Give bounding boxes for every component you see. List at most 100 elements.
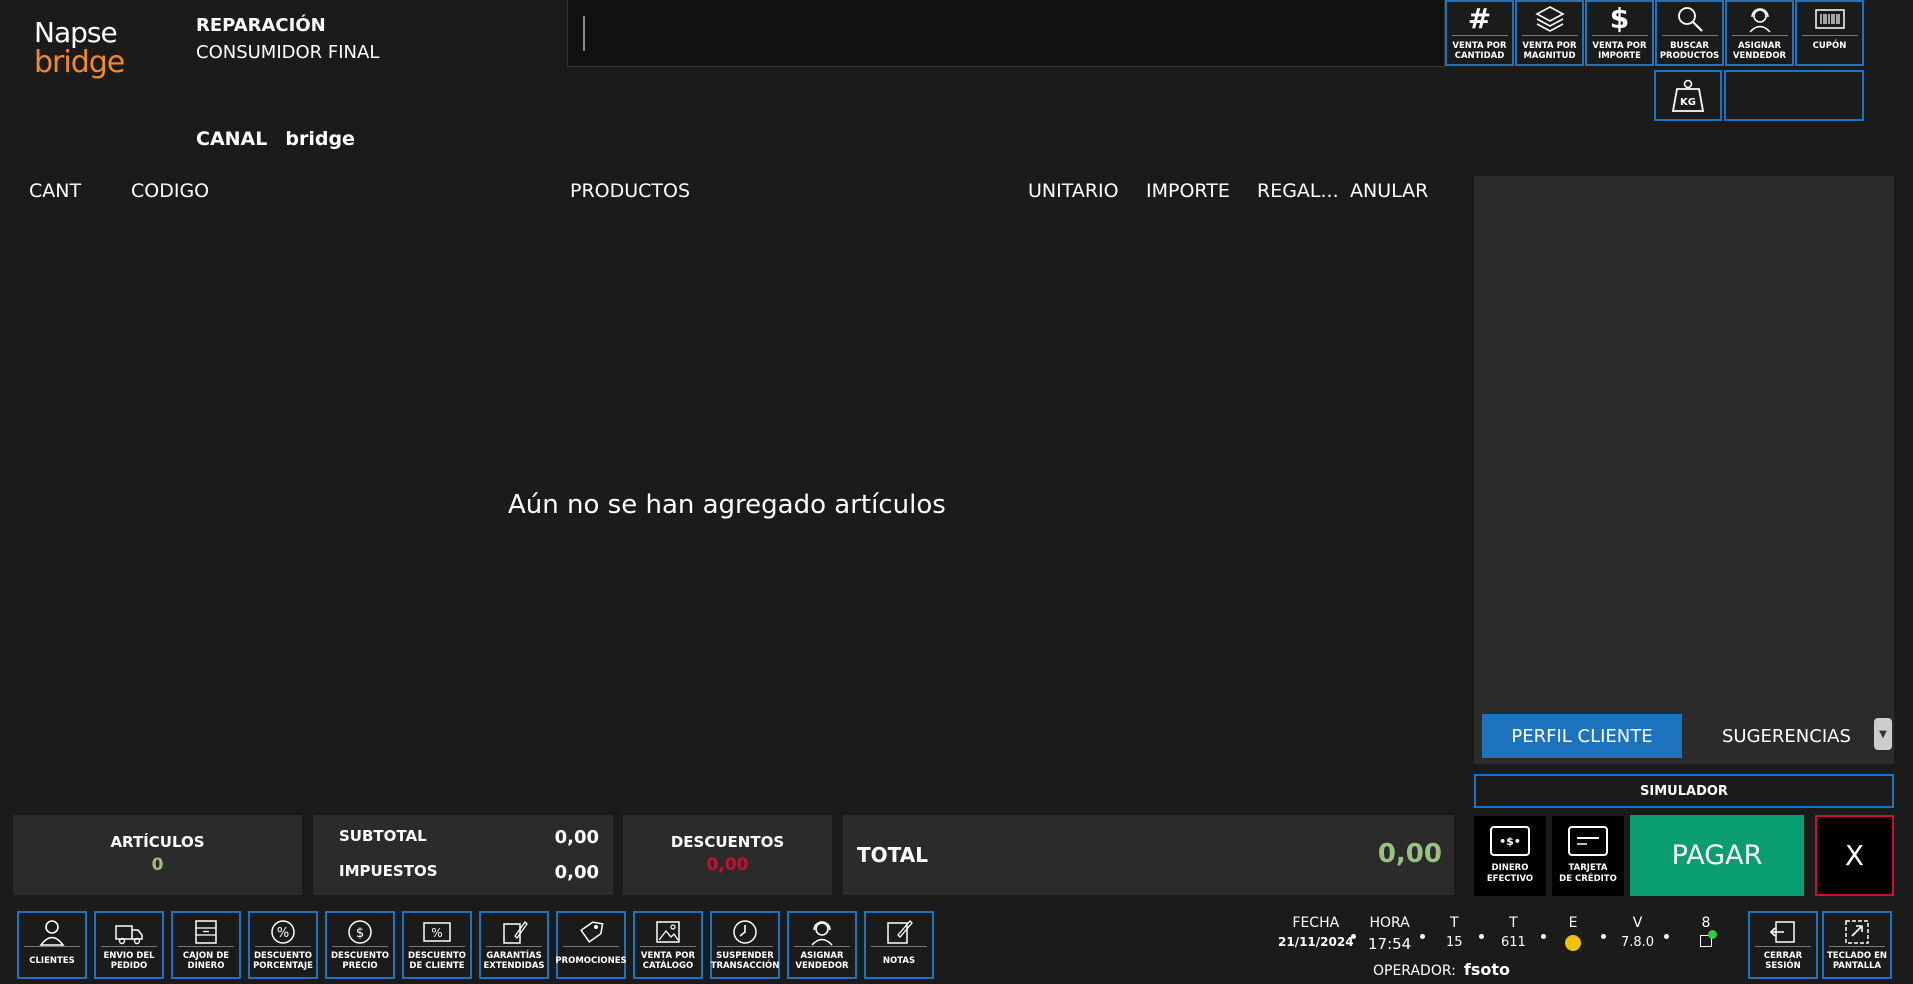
descuentos-value: 0,00 xyxy=(706,855,749,875)
customer-info-panel xyxy=(1474,176,1894,712)
asignar-vendedor-bottom-button[interactable]: ASIGNAR VENDEDOR xyxy=(787,911,857,979)
cupon-button[interactable]: CUPÓN xyxy=(1795,0,1864,66)
status-value: 15 xyxy=(1446,935,1463,950)
pagar-button[interactable]: PAGAR xyxy=(1630,815,1804,896)
teclado-en-pantalla-button[interactable]: TECLADO EN PANTALLA xyxy=(1822,911,1892,979)
garantias-extendidas-button[interactable]: GARANTÍAS EXTENDIDAS xyxy=(479,911,549,979)
btn-label: MAGNITUD xyxy=(1523,51,1576,61)
simulador-button[interactable]: SIMULADOR xyxy=(1474,774,1894,808)
logo-line2: bridge xyxy=(34,45,125,80)
col-importe: IMPORTE xyxy=(1146,180,1230,202)
percent-icon: % xyxy=(255,917,311,947)
tarjeta-credito-button[interactable]: TARJETA DE CRÉDITO xyxy=(1552,816,1624,896)
search-icon xyxy=(1661,2,1718,36)
buscar-productos-button[interactable]: BUSCAR PRODUCTOS xyxy=(1655,0,1724,66)
col-productos: PRODUCTOS xyxy=(570,180,691,202)
kg-text: KG xyxy=(1680,97,1696,108)
status-separator xyxy=(1420,934,1425,939)
status-label: FECHA xyxy=(1292,915,1340,931)
status-coin-icon xyxy=(1565,935,1581,951)
status-separator xyxy=(1351,934,1356,939)
btn-label: TARJETA xyxy=(1568,863,1608,873)
status-label: HORA xyxy=(1369,915,1410,931)
kg-weight-button[interactable]: KG xyxy=(1654,70,1722,121)
venta-por-importe-button[interactable]: $ VENTA POR IMPORTE xyxy=(1585,0,1654,66)
btn-label: CERRAR xyxy=(1763,951,1803,961)
tab-sugerencias[interactable]: SUGERENCIAS xyxy=(1722,726,1851,747)
btn-label: PANTALLA xyxy=(1832,961,1882,971)
total-value: 0,00 xyxy=(1377,839,1442,869)
btn-label: EFECTIVO xyxy=(1486,874,1534,884)
col-codigo: CODIGO xyxy=(131,180,210,202)
status-value: 611 xyxy=(1501,935,1526,950)
weight-icon: KG xyxy=(1671,79,1705,112)
clientes-button[interactable]: CLIENTES xyxy=(17,911,87,979)
btn-label: TECLADO EN xyxy=(1827,951,1887,961)
transaction-type-title: REPARACIÓN xyxy=(196,15,326,36)
promociones-button[interactable]: PROMOCIONES xyxy=(555,911,627,979)
hash-icon: # xyxy=(1451,2,1508,36)
envio-pedido-button[interactable]: ENVIO DEL PEDIDO xyxy=(94,911,164,979)
scan-input[interactable] xyxy=(567,0,1445,67)
dinero-efectivo-button[interactable]: •$• DINERO EFECTIVO xyxy=(1474,816,1546,896)
btn-label: VENTA POR xyxy=(1592,41,1647,51)
descuento-precio-button[interactable]: $ DESCUENTO PRECIO xyxy=(325,911,395,979)
btn-label: VENDEDOR xyxy=(795,961,849,971)
btn-label: VENDEDOR xyxy=(1732,51,1787,61)
status-v: V 7.8.0 xyxy=(1621,915,1654,950)
headset-icon xyxy=(1731,2,1788,36)
suspender-transaccion-button[interactable]: SUSPENDER TRANSACCIÓN xyxy=(710,911,780,979)
btn-label: DINERO xyxy=(187,961,225,971)
btn-label: VENTA POR xyxy=(1522,41,1577,51)
subtotal-label: SUBTOTAL xyxy=(339,827,427,845)
person-icon xyxy=(24,917,80,947)
total-label: TOTAL xyxy=(857,843,928,867)
canal-info: CANAL bridge xyxy=(196,128,373,150)
edit-icon xyxy=(486,917,542,947)
descuento-porcentaje-button[interactable]: % DESCUENTO PORCENTAJE xyxy=(248,911,318,979)
articulos-label: ARTÍCULOS xyxy=(110,833,205,851)
tab-perfil-cliente[interactable]: PERFIL CLIENTE xyxy=(1482,714,1682,758)
col-unitario: UNITARIO xyxy=(1028,180,1119,202)
canal-label: CANAL xyxy=(196,128,268,150)
btn-label: CATÁLOGO xyxy=(642,961,694,971)
btn-label: PORCENTAJE xyxy=(253,961,313,971)
credit-card-icon xyxy=(1568,826,1608,856)
notas-button[interactable]: NOTAS xyxy=(864,911,934,979)
btn-label: VENTA POR xyxy=(1452,41,1507,51)
btn-label: VENTA POR xyxy=(640,951,696,961)
btn-label: PRECIO xyxy=(342,961,378,971)
logout-icon xyxy=(1755,917,1811,947)
cerrar-sesion-button[interactable]: CERRAR SESIÓN xyxy=(1748,911,1818,979)
cancel-button[interactable]: X xyxy=(1815,815,1894,896)
expand-icon xyxy=(1829,917,1885,947)
status-e: E xyxy=(1565,915,1581,955)
btn-label: DE CRÉDITO xyxy=(1559,874,1617,884)
btn-label: DE CLIENTE xyxy=(409,961,465,971)
btn-label: DESCUENTO xyxy=(253,951,313,961)
btn-label: IMPORTE xyxy=(1598,51,1641,61)
barcode-icon xyxy=(1801,2,1858,36)
venta-por-cantidad-button[interactable]: # VENTA POR CANTIDAD xyxy=(1445,0,1514,66)
venta-catalogo-button[interactable]: VENTA POR CATÁLOGO xyxy=(633,911,703,979)
status-value: 21/11/2024 xyxy=(1278,935,1354,949)
venta-por-magnitud-button[interactable]: VENTA POR MAGNITUD xyxy=(1515,0,1584,66)
operador-info: OPERADOR: fsoto xyxy=(1373,960,1510,979)
chevron-down-icon[interactable]: ▼ xyxy=(1874,718,1892,750)
clock-icon xyxy=(717,917,773,947)
btn-label: CLIENTES xyxy=(29,956,75,966)
cajon-dinero-button[interactable]: CAJON DE DINERO xyxy=(171,911,241,979)
empty-slot-button[interactable] xyxy=(1724,70,1864,121)
status-label: V xyxy=(1632,915,1643,931)
status-notifications[interactable]: 8 xyxy=(1700,915,1717,951)
asignar-vendedor-button[interactable]: ASIGNAR VENDEDOR xyxy=(1725,0,1794,66)
status-t2: T 611 xyxy=(1501,915,1526,950)
col-regalo: REGAL... xyxy=(1257,180,1339,202)
descuento-cliente-button[interactable]: % DESCUENTO DE CLIENTE xyxy=(402,911,472,979)
status-hora: HORA 17:54 xyxy=(1368,915,1411,953)
svg-text:$: $ xyxy=(356,926,364,941)
status-t1: T 15 xyxy=(1446,915,1463,950)
btn-label: PROMOCIONES xyxy=(555,956,627,966)
btn-label: CUPÓN xyxy=(1812,41,1847,51)
status-separator xyxy=(1664,934,1669,939)
